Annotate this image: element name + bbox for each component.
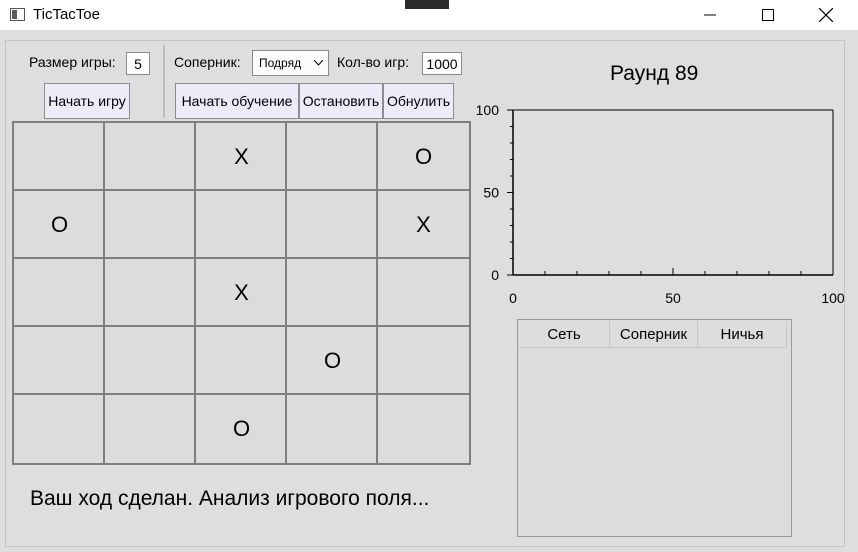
reset-button[interactable]: Обнулить [383, 83, 454, 119]
stats-table-header: Сеть Соперник Ничья [519, 321, 787, 349]
column-header[interactable]: Сеть [519, 321, 610, 348]
board-cell[interactable]: O [285, 325, 380, 397]
column-header[interactable]: Соперник [610, 321, 698, 348]
opponent-label: Соперник: [174, 54, 241, 70]
opponent-select-value: Подряд [259, 56, 302, 70]
board-cell[interactable] [103, 257, 198, 329]
board-cell[interactable]: X [194, 257, 289, 329]
board-cell[interactable] [194, 189, 289, 261]
board-cell[interactable] [12, 121, 107, 193]
column-header[interactable]: Ничья [698, 321, 787, 348]
chevron-down-icon [314, 60, 323, 66]
app-icon [10, 8, 25, 21]
y-tick-label: 100 [476, 102, 500, 118]
game-board: X O O X X O O [12, 121, 471, 465]
board-cell[interactable] [285, 393, 380, 465]
stats-table: Сеть Соперник Ничья [517, 319, 792, 537]
minimize-button[interactable] [681, 0, 739, 30]
start-game-button[interactable]: Начать игру [44, 83, 130, 119]
board-cell[interactable] [103, 393, 198, 465]
board-cell[interactable] [12, 257, 107, 329]
board-cell[interactable] [376, 257, 471, 329]
maximize-button[interactable] [739, 0, 797, 30]
board-cell[interactable]: O [12, 189, 107, 261]
board-cell[interactable] [285, 189, 380, 261]
status-message: Ваш ход сделан. Анализ игрового поля... [30, 487, 430, 510]
board-cell[interactable] [285, 257, 380, 329]
y-tick-label: 0 [491, 267, 499, 283]
opponent-select[interactable]: Подряд [252, 50, 329, 76]
game-size-label: Размер игры: [29, 54, 116, 70]
maximize-icon [762, 9, 774, 21]
board-cell[interactable] [103, 189, 198, 261]
x-tick-label: 50 [665, 290, 681, 306]
toolbar-separator [163, 45, 165, 118]
stop-button[interactable]: Остановить [299, 83, 383, 119]
game-size-input[interactable]: 5 [126, 52, 150, 75]
round-title: Раунд 89 [610, 62, 699, 85]
board-cell[interactable]: X [376, 189, 471, 261]
minimize-icon [704, 14, 716, 16]
drag-handle[interactable] [405, 0, 449, 9]
board-cell[interactable] [12, 325, 107, 397]
y-tick-label: 50 [483, 185, 499, 201]
board-cell[interactable] [103, 325, 198, 397]
board-cell[interactable] [376, 393, 471, 465]
board-cell[interactable]: O [376, 121, 471, 193]
title-bar[interactable]: TicTacToe [0, 0, 858, 30]
window-title: TicTacToe [33, 6, 100, 23]
games-count-input[interactable]: 1000 [422, 52, 462, 75]
close-icon [819, 8, 833, 22]
board-cell[interactable] [194, 325, 289, 397]
board-cell[interactable] [12, 393, 107, 465]
x-tick-label: 100 [821, 290, 845, 306]
start-training-button[interactable]: Начать обучение [175, 83, 299, 119]
board-cell[interactable]: X [194, 121, 289, 193]
board-cell[interactable] [285, 121, 380, 193]
x-tick-label: 0 [509, 290, 517, 306]
games-count-label: Кол-во игр: [337, 54, 410, 70]
board-cell[interactable] [103, 121, 198, 193]
results-chart: 0 50 100 0 50 100 [476, 102, 845, 306]
board-cell[interactable]: O [194, 393, 289, 465]
close-button[interactable] [797, 0, 855, 30]
board-cell[interactable] [376, 325, 471, 397]
